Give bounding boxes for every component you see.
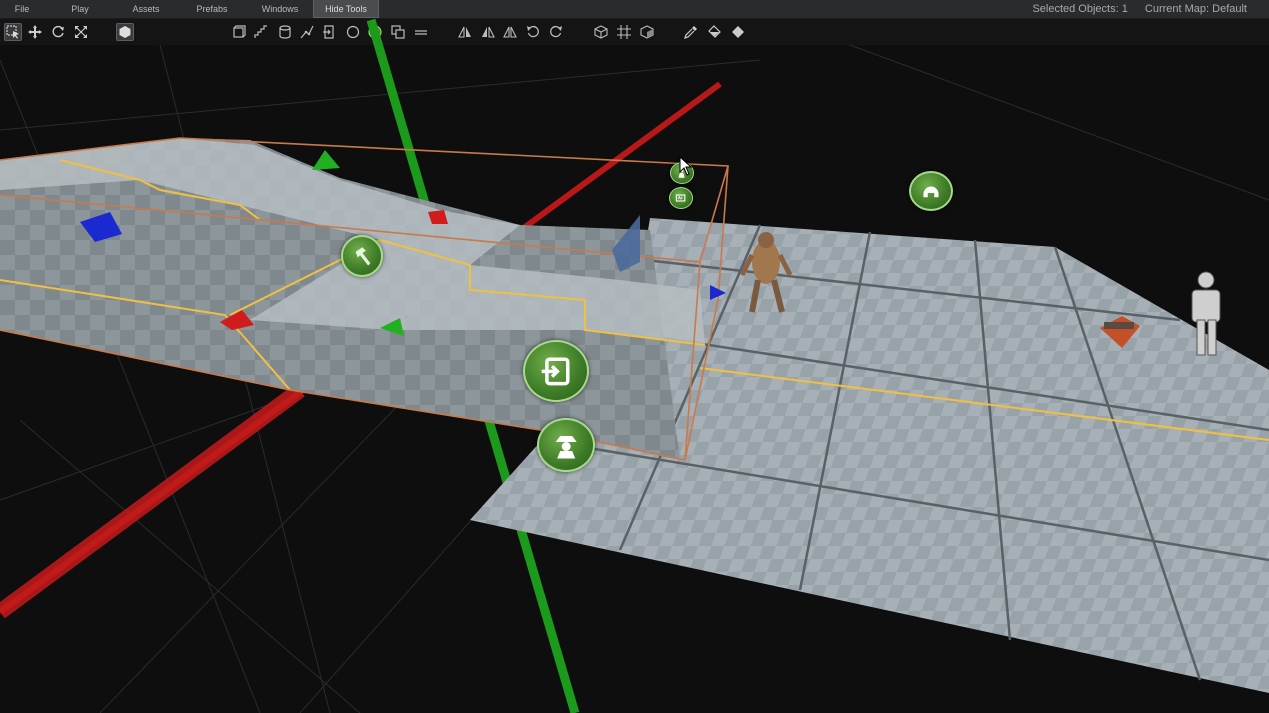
- armor-marker[interactable]: [909, 171, 953, 211]
- scene-viewport[interactable]: [0, 18, 1269, 713]
- small-ad-icon: [676, 194, 686, 202]
- gizmo-handle-green-top[interactable]: [312, 150, 340, 170]
- exit-icon: [542, 357, 570, 385]
- x-axis-near: [0, 383, 305, 619]
- tool-marker[interactable]: [341, 235, 383, 277]
- helmet-icon: [923, 186, 939, 198]
- mouse-cursor-icon: [679, 156, 693, 176]
- hammer-icon: [355, 246, 370, 266]
- small-marker-ad[interactable]: [669, 187, 693, 209]
- scene-canvas[interactable]: [0, 0, 1269, 713]
- spy-icon: [555, 436, 577, 459]
- exit-marker[interactable]: [523, 340, 589, 402]
- npc-marker[interactable]: [537, 418, 595, 472]
